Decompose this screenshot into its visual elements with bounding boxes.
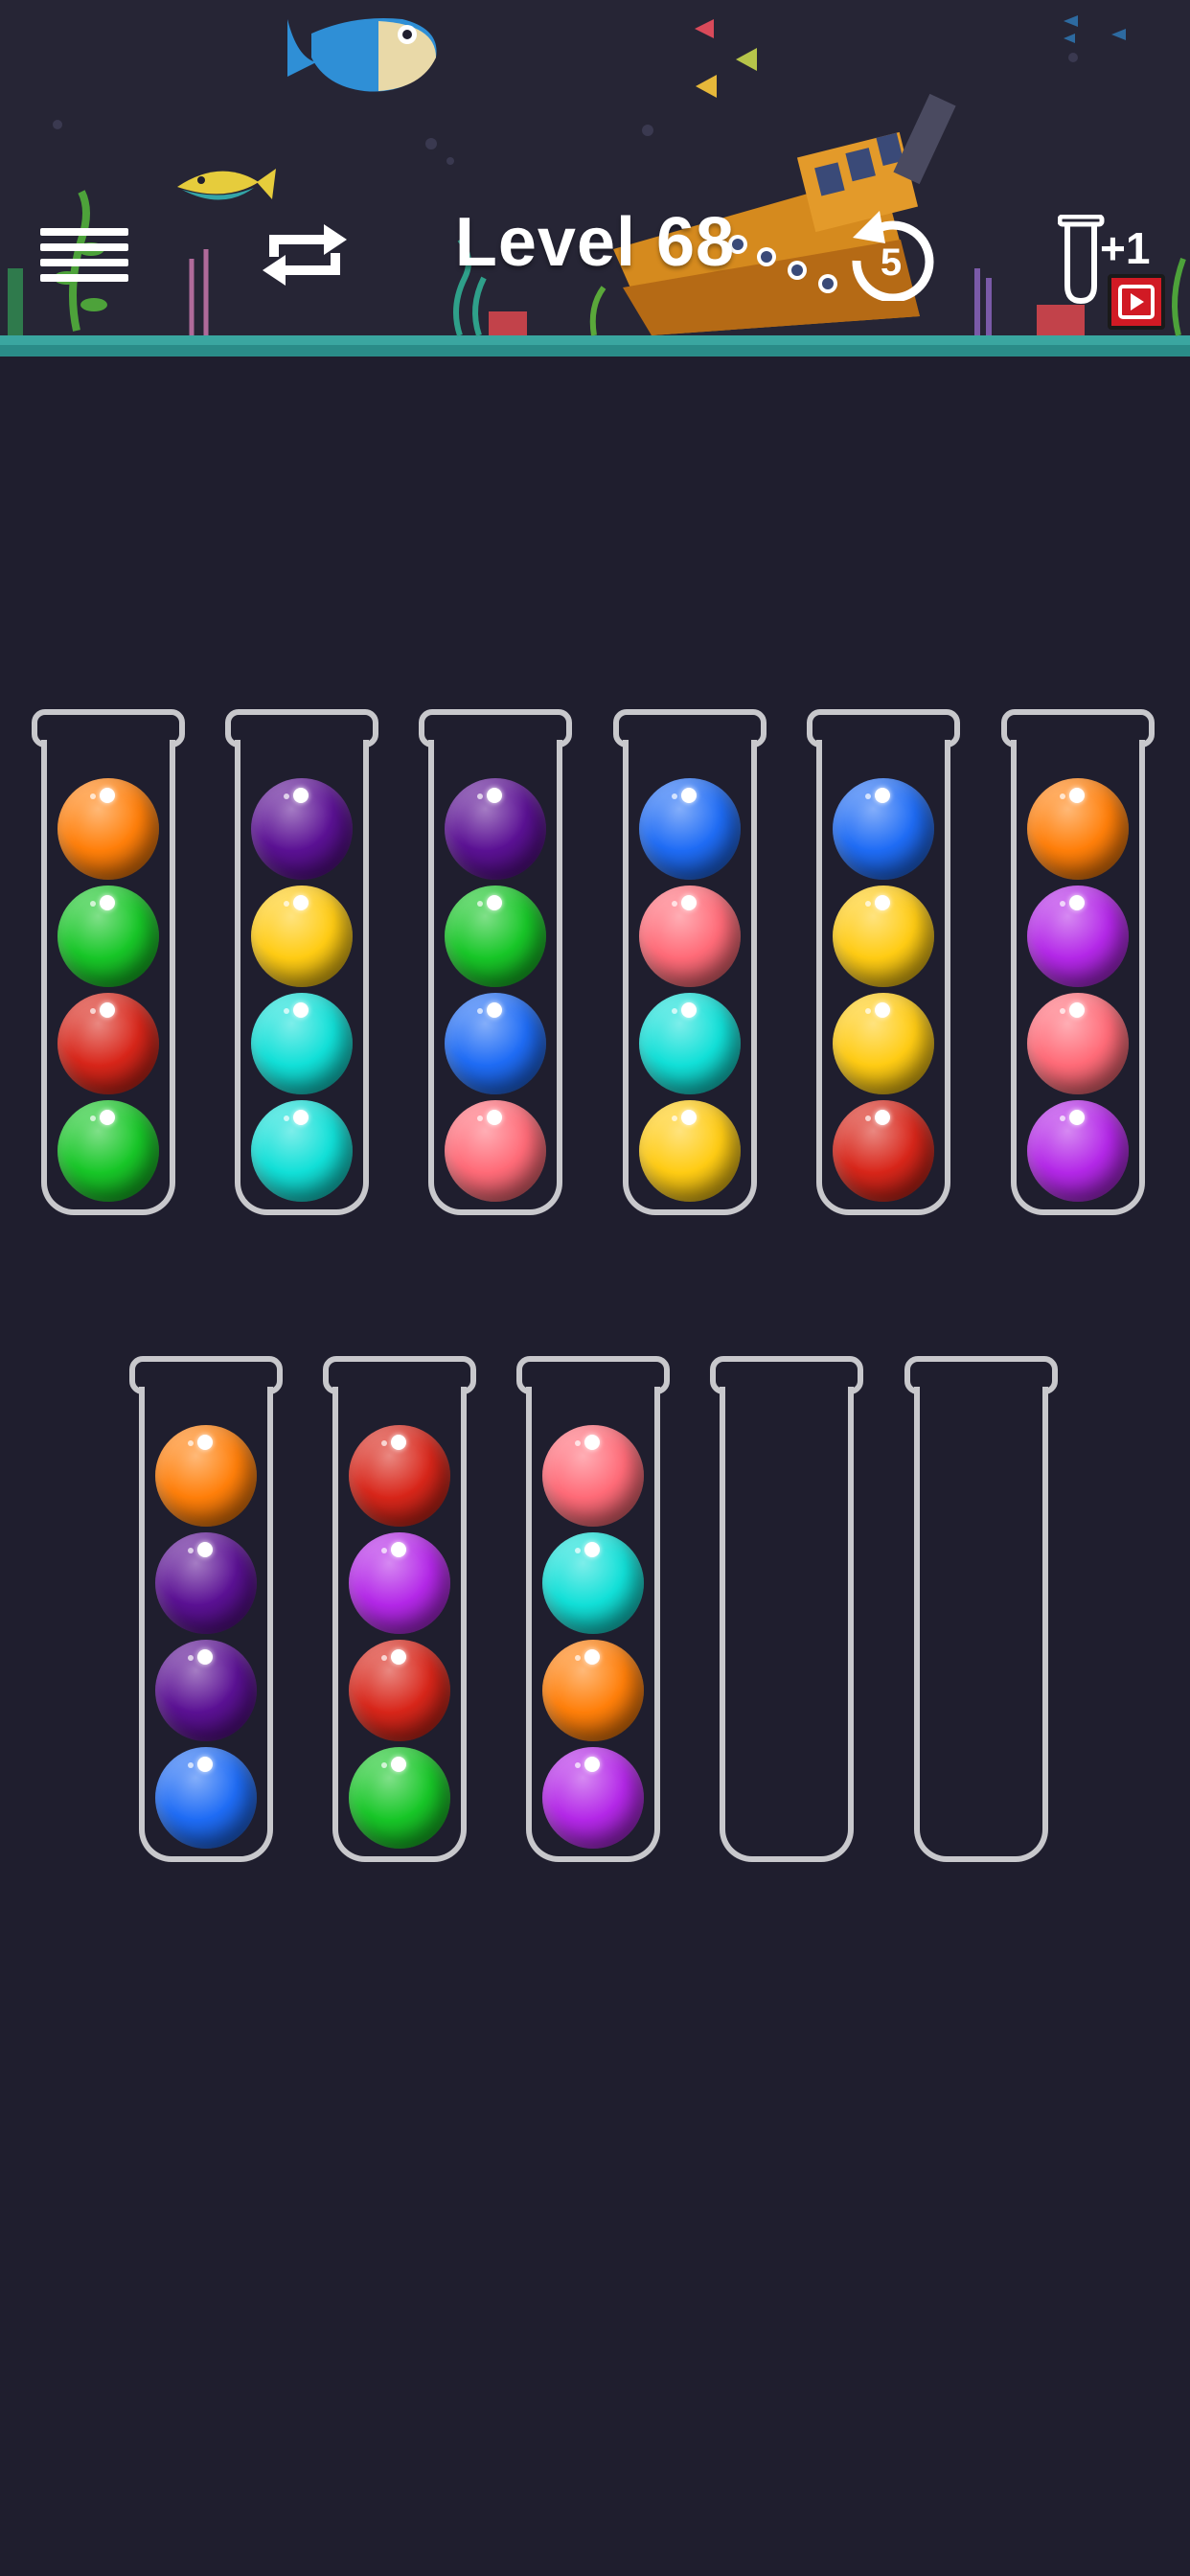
- add-tube-icon: [1058, 215, 1105, 305]
- tube-glass: [720, 1387, 854, 1862]
- undo-button[interactable]: 5: [843, 205, 939, 303]
- tube-9[interactable]: [516, 1356, 670, 1864]
- ball-red: [833, 1100, 934, 1202]
- ball-darkpurple: [251, 778, 353, 880]
- ball-darkpurple: [155, 1640, 257, 1741]
- tube-3[interactable]: [419, 709, 572, 1217]
- ball-blue: [445, 993, 546, 1094]
- ball-blue: [639, 778, 741, 880]
- small-fish-decoration: [177, 169, 276, 200]
- ball-cyan: [251, 993, 353, 1094]
- ball-cyan: [542, 1532, 644, 1634]
- ball-violet: [349, 1532, 450, 1634]
- ball-orange: [1027, 778, 1129, 880]
- ball-cyan: [251, 1100, 353, 1202]
- ball-blue: [155, 1747, 257, 1849]
- ball-yellow: [639, 1100, 741, 1202]
- ball-violet: [1027, 1100, 1129, 1202]
- ball-darkpurple: [445, 778, 546, 880]
- ball-pink: [542, 1425, 644, 1527]
- tube-glass: [914, 1387, 1048, 1862]
- tube-10[interactable]: [710, 1356, 863, 1864]
- ball-yellow: [251, 886, 353, 987]
- ball-red: [349, 1640, 450, 1741]
- ball-pink: [1027, 993, 1129, 1094]
- big-fish-decoration: [287, 18, 437, 92]
- hamburger-menu-icon: [40, 228, 128, 282]
- undo-count: 5: [880, 242, 903, 284]
- ball-orange: [57, 778, 159, 880]
- tube-5[interactable]: [807, 709, 960, 1217]
- menu-button[interactable]: [36, 222, 132, 286]
- ball-green: [349, 1747, 450, 1849]
- tube-1[interactable]: [32, 709, 185, 1217]
- tube-8[interactable]: [323, 1356, 476, 1864]
- ball-red: [57, 993, 159, 1094]
- ball-orange: [542, 1640, 644, 1741]
- ball-green: [57, 1100, 159, 1202]
- game-header: Level 68 5 +1: [0, 0, 1190, 356]
- video-ad-badge: [1108, 274, 1165, 330]
- tube-4[interactable]: [613, 709, 767, 1217]
- add-tube-button[interactable]: +1: [1054, 209, 1179, 339]
- underwater-scene-illustration: [0, 15, 1190, 356]
- ball-green: [445, 886, 546, 987]
- tube-2[interactable]: [225, 709, 378, 1217]
- ball-cyan: [639, 993, 741, 1094]
- video-play-icon: [1118, 285, 1155, 319]
- ball-pink: [445, 1100, 546, 1202]
- ball-yellow: [833, 886, 934, 987]
- ball-darkpurple: [155, 1532, 257, 1634]
- add-tube-label: +1: [1100, 223, 1151, 273]
- restart-arrows-icon: [263, 224, 347, 286]
- ball-orange: [155, 1425, 257, 1527]
- ball-violet: [1027, 886, 1129, 987]
- ball-violet: [542, 1747, 644, 1849]
- ball-pink: [639, 886, 741, 987]
- ball-green: [57, 886, 159, 987]
- ball-red: [349, 1425, 450, 1527]
- ball-blue: [833, 778, 934, 880]
- ball-yellow: [833, 993, 934, 1094]
- tube-11[interactable]: [904, 1356, 1058, 1864]
- tube-7[interactable]: [129, 1356, 283, 1864]
- tube-6[interactable]: [1001, 709, 1155, 1217]
- restart-button[interactable]: [257, 211, 353, 299]
